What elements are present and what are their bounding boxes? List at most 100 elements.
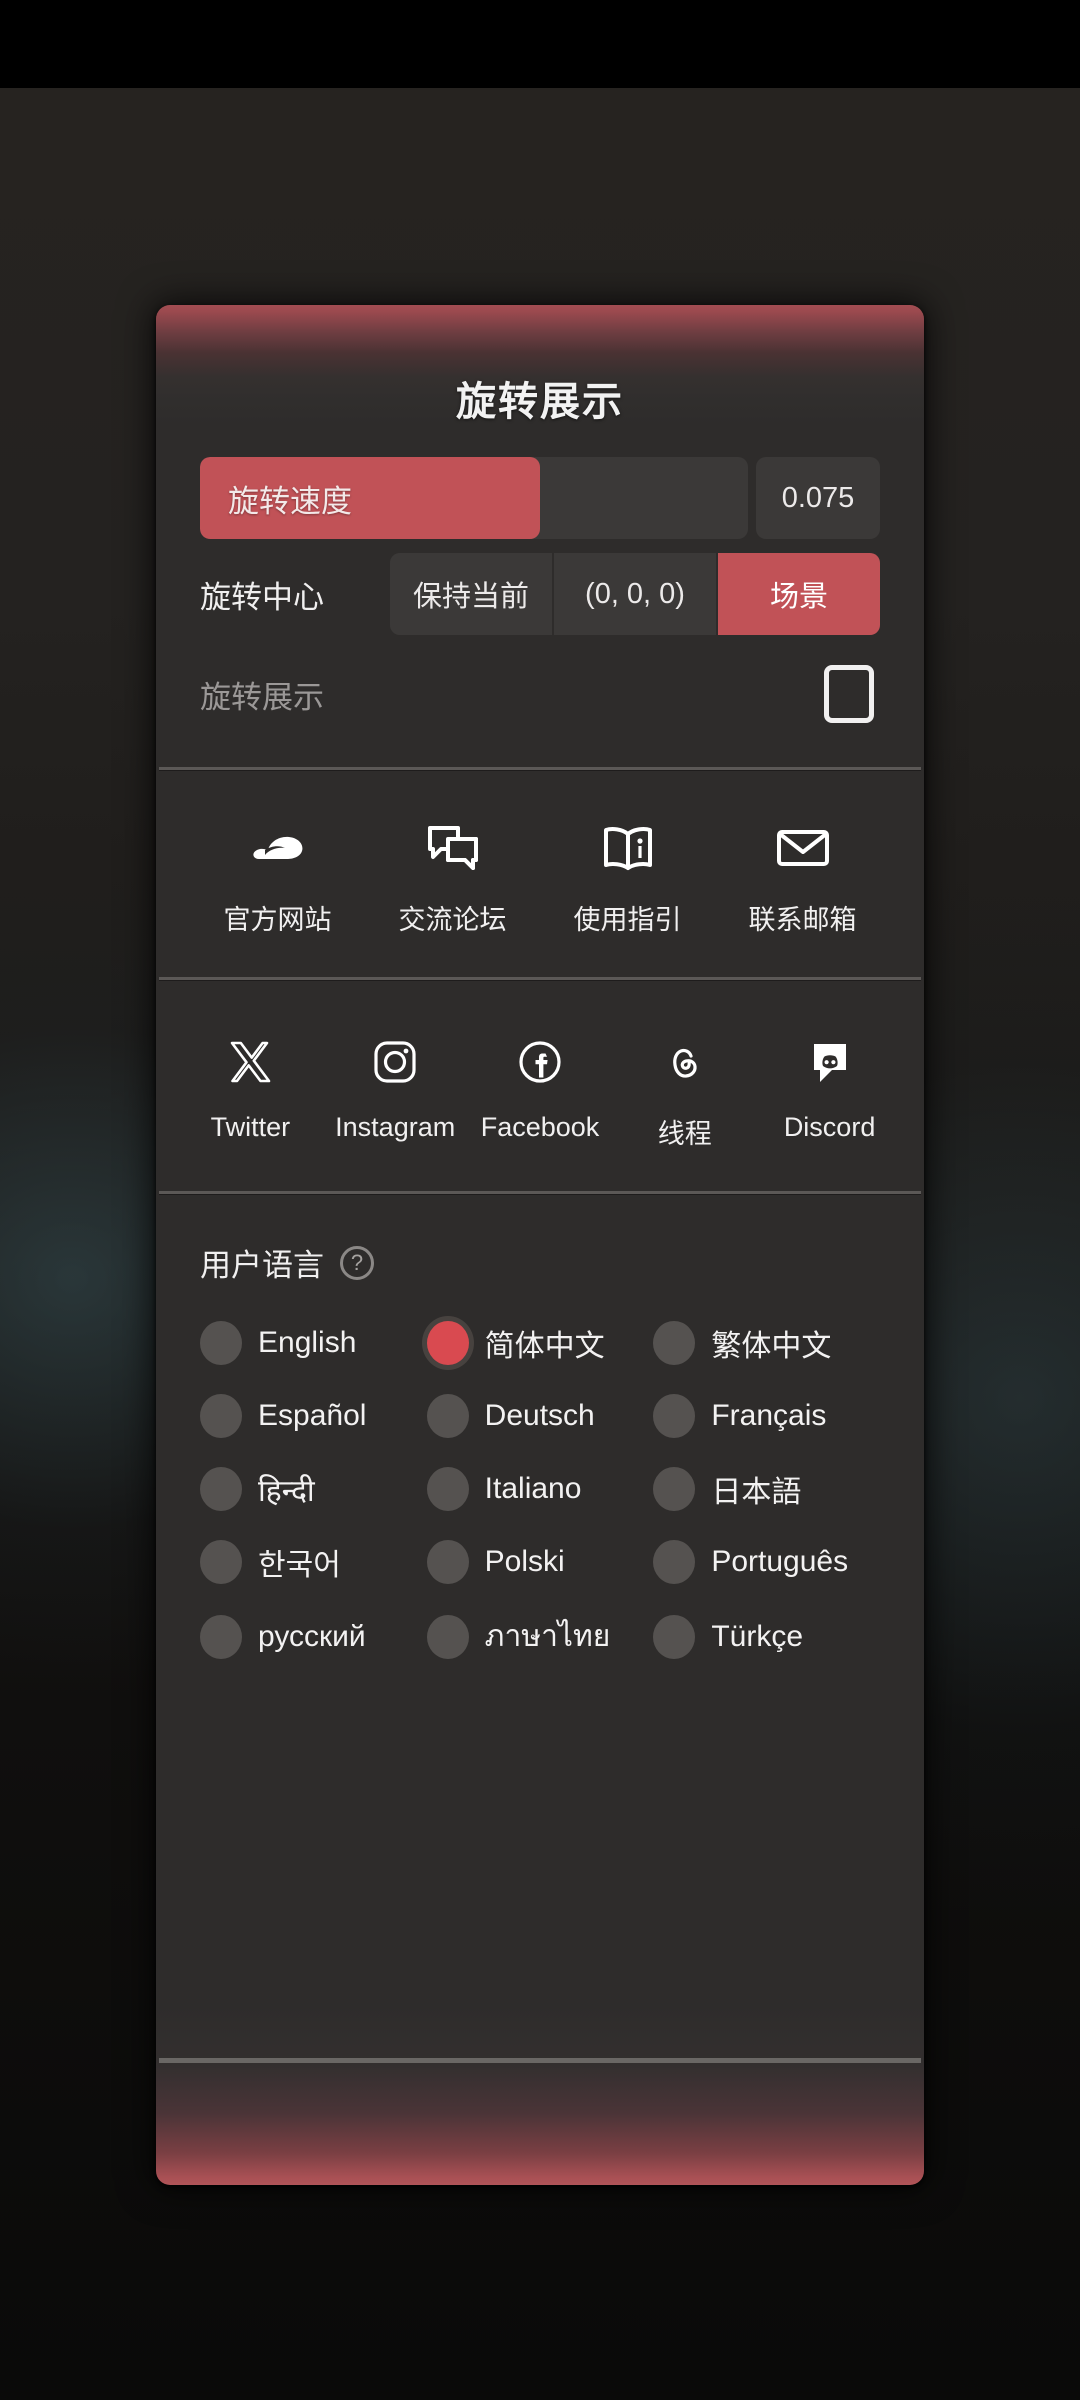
rotation-center-option-keep[interactable]: 保持当前 [390, 553, 554, 635]
settings-panel: 旋转展示 旋转速度 0.075 旋转中心 保持当前 (0, 0, 0) 场景 旋… [156, 305, 924, 2185]
language-option-korean[interactable]: 한국어 [200, 1540, 427, 1584]
language-label: 한국어 [258, 1549, 341, 1582]
language-option-russian[interactable]: русский [200, 1614, 427, 1659]
radio-icon[interactable] [653, 1321, 696, 1365]
radio-icon-selected[interactable] [426, 1321, 469, 1365]
link-user-guide[interactable]: 使用指引 [540, 820, 715, 937]
link-label: 使用指引 [573, 905, 682, 935]
rotation-speed-label: 旋转速度 [228, 483, 352, 519]
language-label: Deutsch [484, 1399, 595, 1432]
radio-icon[interactable] [426, 1540, 469, 1584]
language-title: 用户语言 [200, 1248, 324, 1283]
language-option-deutsch[interactable]: Deutsch [426, 1394, 654, 1438]
social-twitter[interactable]: Twitter [178, 1034, 323, 1151]
help-icon[interactable]: ? [340, 1245, 374, 1280]
language-section: 用户语言 ? English 简体中文 繁体中文 Español Deutsch… [156, 1194, 924, 1759]
language-row: Español Deutsch Français [200, 1394, 880, 1438]
social-threads[interactable]: 线程 [612, 1034, 757, 1151]
language-label: 简体中文 [484, 1330, 605, 1363]
language-option-simplified-chinese[interactable]: 简体中文 [426, 1321, 654, 1365]
language-label: English [258, 1326, 357, 1359]
radio-icon[interactable] [653, 1540, 696, 1584]
rotation-speed-value[interactable]: 0.075 [756, 457, 880, 539]
twitter-x-icon [222, 1034, 278, 1090]
rotation-showcase-row[interactable]: 旋转展示 [200, 665, 880, 767]
rotation-speed-row: 旋转速度 0.075 [200, 457, 880, 539]
language-option-hindi[interactable]: हिन्दी [200, 1467, 427, 1511]
language-header: 用户语言 ? [200, 1240, 880, 1285]
social-label: Facebook [480, 1112, 600, 1142]
language-label: Français [711, 1399, 827, 1432]
language-row: русский ภาษาไทย Türkçe [200, 1613, 880, 1660]
link-label: 交流论坛 [398, 905, 507, 935]
language-label: 繁体中文 [711, 1330, 832, 1363]
facebook-icon [512, 1034, 568, 1090]
social-label: Instagram [335, 1112, 456, 1142]
language-option-thai[interactable]: ภาษาไทย [426, 1613, 654, 1660]
socials-section: Twitter Instagram Facebook 线程 Discord [156, 980, 924, 1191]
radio-icon[interactable] [653, 1614, 696, 1659]
page-title: 旋转展示 [456, 380, 624, 424]
language-row: English 简体中文 繁体中文 [200, 1321, 880, 1365]
language-option-italiano[interactable]: Italiano [426, 1467, 654, 1511]
radio-icon[interactable] [426, 1394, 469, 1438]
rotation-speed-slider[interactable]: 旋转速度 [200, 457, 748, 539]
language-label: Español [258, 1399, 367, 1432]
social-label: Twitter [210, 1112, 291, 1142]
link-label: 官方网站 [223, 905, 332, 935]
cloud-icon [250, 820, 306, 876]
language-label: Polski [484, 1545, 565, 1578]
link-label: 联系邮箱 [748, 905, 857, 935]
envelope-icon [775, 820, 831, 876]
rotation-center-option-origin[interactable]: (0, 0, 0) [554, 553, 718, 635]
social-discord[interactable]: Discord [757, 1034, 902, 1151]
language-option-espanol[interactable]: Español [200, 1394, 427, 1438]
social-facebook[interactable]: Facebook [468, 1034, 613, 1151]
status-bar [0, 0, 1080, 88]
link-contact-email[interactable]: 联系邮箱 [715, 820, 890, 937]
language-label: Português [711, 1545, 849, 1578]
language-label: Türkçe [711, 1619, 804, 1653]
link-forum[interactable]: 交流论坛 [365, 820, 540, 937]
radio-icon[interactable] [426, 1467, 469, 1511]
language-option-japanese[interactable]: 日本語 [653, 1467, 880, 1511]
language-label: 日本語 [711, 1476, 802, 1509]
language-option-portugues[interactable]: Português [653, 1540, 880, 1584]
social-label: 线程 [657, 1119, 712, 1149]
language-option-francais[interactable]: Français [653, 1394, 880, 1438]
language-option-english[interactable]: English [200, 1321, 427, 1365]
social-instagram[interactable]: Instagram [323, 1034, 468, 1151]
language-label: हिन्दी [258, 1474, 315, 1508]
language-option-turkce[interactable]: Türkçe [653, 1614, 880, 1659]
forum-icon [425, 820, 481, 876]
rotation-center-option-scene[interactable]: 场景 [718, 553, 880, 635]
rotation-showcase-label: 旋转展示 [200, 679, 324, 715]
radio-icon[interactable] [426, 1614, 469, 1659]
rotation-section: 旋转展示 旋转速度 0.075 旋转中心 保持当前 (0, 0, 0) 场景 旋… [156, 305, 924, 767]
discord-icon [802, 1034, 858, 1090]
language-option-traditional-chinese[interactable]: 繁体中文 [653, 1321, 880, 1365]
radio-icon[interactable] [200, 1540, 242, 1584]
language-row: हिन्दी Italiano 日本語 [200, 1467, 880, 1511]
social-label: Discord [783, 1112, 876, 1142]
radio-icon[interactable] [200, 1614, 242, 1659]
language-label: Italiano [484, 1472, 582, 1505]
radio-icon[interactable] [653, 1467, 696, 1511]
language-option-polski[interactable]: Polski [426, 1540, 654, 1584]
panel-scroll-handle[interactable] [159, 2058, 921, 2063]
rotation-showcase-checkbox[interactable] [824, 665, 874, 723]
rotation-center-row: 旋转中心 保持当前 (0, 0, 0) 场景 [200, 553, 880, 635]
rotation-center-segmented: 保持当前 (0, 0, 0) 场景 [390, 553, 880, 635]
rotation-center-label: 旋转中心 [200, 579, 324, 615]
threads-icon [657, 1034, 713, 1090]
screen: 旋转展示 旋转速度 0.075 旋转中心 保持当前 (0, 0, 0) 场景 旋… [0, 0, 1080, 2400]
link-official-website[interactable]: 官方网站 [190, 820, 365, 937]
radio-icon[interactable] [200, 1467, 242, 1511]
language-label: русский [258, 1619, 366, 1653]
radio-icon[interactable] [200, 1321, 242, 1365]
language-row: 한국어 Polski Português [200, 1540, 880, 1584]
radio-icon[interactable] [200, 1394, 242, 1438]
radio-icon[interactable] [653, 1394, 696, 1438]
links-section: 官方网站 交流论坛 使用指引 联系邮箱 [156, 770, 924, 977]
book-info-icon [600, 820, 656, 876]
